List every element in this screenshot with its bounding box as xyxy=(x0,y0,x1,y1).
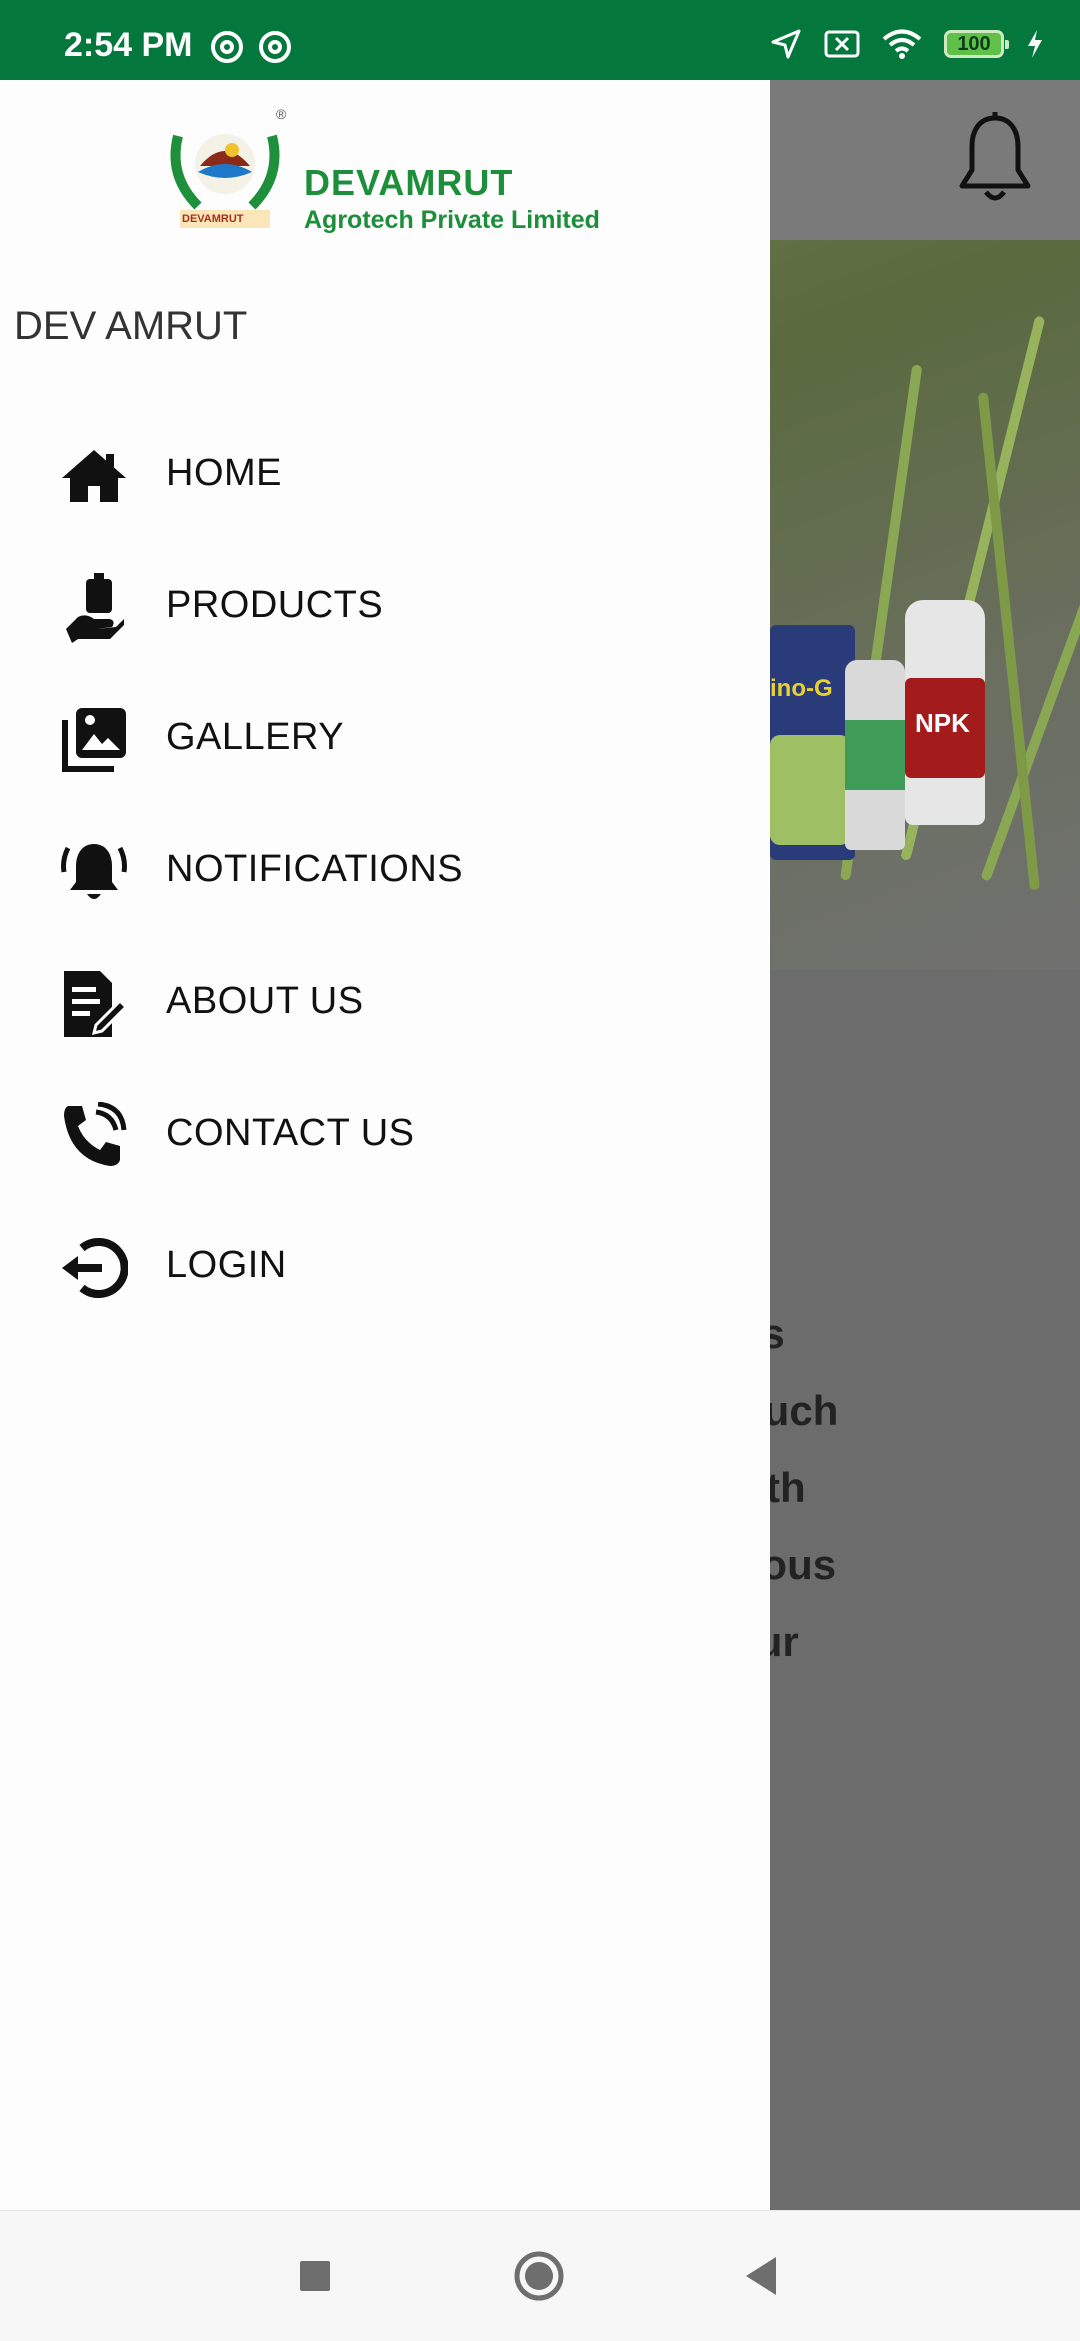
recents-button[interactable] xyxy=(288,2249,342,2303)
notification-bell-button[interactable] xyxy=(950,110,1040,210)
menu-item-about-us[interactable]: ABOUT US xyxy=(0,932,770,1064)
menu-item-label: HOME xyxy=(166,452,282,494)
at-circle-icon xyxy=(259,31,291,63)
sim-off-icon xyxy=(824,30,860,58)
menu-item-label: CONTACT US xyxy=(166,1112,415,1154)
product-bottle-image: NPK xyxy=(905,600,985,825)
circle-icon xyxy=(514,2251,564,2301)
menu-item-notifications[interactable]: NOTIFICATIONS xyxy=(0,800,770,932)
location-arrow-icon xyxy=(771,29,801,59)
status-system-icons: 100 xyxy=(770,28,1044,60)
product-bottle-label: NPK xyxy=(915,708,970,738)
menu-item-label: PRODUCTS xyxy=(166,584,384,626)
status-notification-icons xyxy=(210,30,292,64)
menu-item-label: ABOUT US xyxy=(166,980,364,1022)
products-hand-icon xyxy=(58,572,130,644)
menu-item-products[interactable]: PRODUCTS xyxy=(0,536,770,668)
menu-item-gallery[interactable]: GALLERY xyxy=(0,668,770,800)
document-edit-icon xyxy=(58,968,130,1040)
menu-item-label: NOTIFICATIONS xyxy=(166,848,464,890)
at-circle-icon xyxy=(211,31,243,63)
home-button[interactable] xyxy=(512,2249,566,2303)
bell-icon xyxy=(959,112,1031,201)
charging-bolt-icon xyxy=(1028,30,1042,58)
menu-item-home[interactable]: HOME xyxy=(0,404,770,536)
triangle-back-icon xyxy=(746,2257,776,2295)
system-navigation-bar xyxy=(0,2210,1080,2341)
status-time: 2:54 PM xyxy=(64,26,193,64)
menu-item-login[interactable]: LOGIN xyxy=(0,1196,770,1328)
bell-ring-icon xyxy=(58,836,130,908)
drawer-menu: HOME PRODUCTS GALLERY NOTIFICATIONS ABOU xyxy=(0,404,770,1328)
logo-badge-text: DEVAMRUT xyxy=(182,213,244,225)
battery-level: 100 xyxy=(957,32,991,55)
wifi-icon xyxy=(882,29,922,59)
company-logo: DEVAMRUT ® DEVAMRUT Agrotech Private Lim… xyxy=(160,106,610,316)
logo-subtitle: Agrotech Private Limited xyxy=(304,206,600,234)
logo-title: DEVAMRUT xyxy=(304,162,514,203)
registered-mark: ® xyxy=(276,106,287,122)
home-icon xyxy=(58,440,130,512)
navigation-drawer: DEVAMRUT ® DEVAMRUT Agrotech Private Lim… xyxy=(0,80,770,2210)
gallery-icon xyxy=(58,704,130,776)
product-pack-label: ino-G xyxy=(770,675,833,702)
login-icon xyxy=(58,1232,130,1304)
status-bar: 2:54 PM 100 xyxy=(0,0,1080,80)
menu-item-label: GALLERY xyxy=(166,716,345,758)
product-bottle-image xyxy=(845,660,905,850)
menu-item-label: LOGIN xyxy=(166,1244,287,1286)
battery-indicator: 100 xyxy=(944,30,1009,58)
drawer-brand-name: DEV AMRUT xyxy=(14,304,248,348)
product-pack-image: ino-G xyxy=(770,625,855,860)
square-icon xyxy=(300,2261,330,2291)
phone-ring-icon xyxy=(58,1100,130,1172)
back-button[interactable] xyxy=(736,2249,790,2303)
menu-item-contact-us[interactable]: CONTACT US xyxy=(0,1064,770,1196)
